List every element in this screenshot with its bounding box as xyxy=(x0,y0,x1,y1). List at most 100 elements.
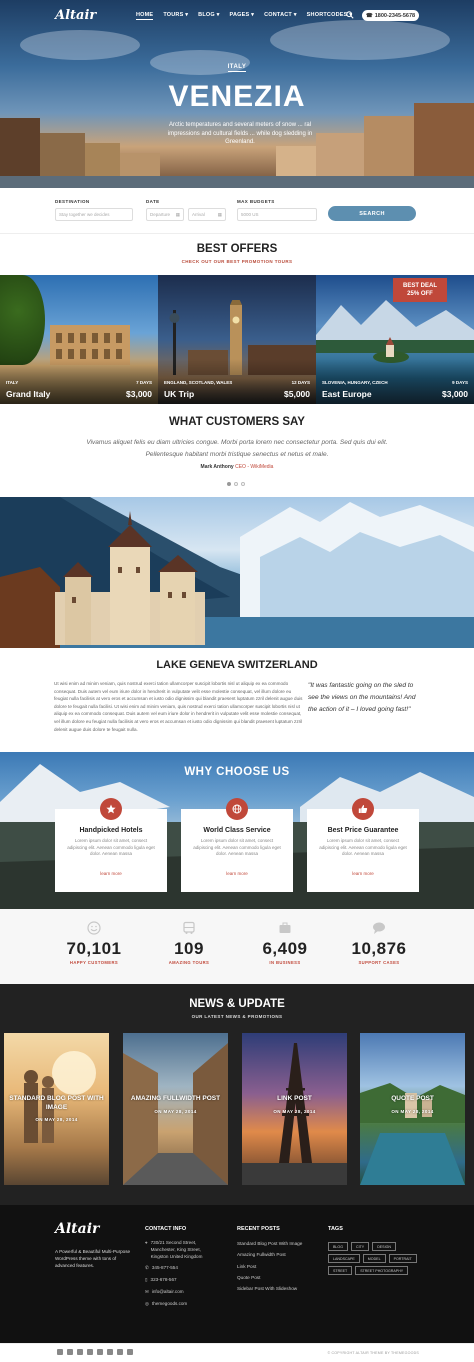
offer-price: $3,000 xyxy=(126,389,152,399)
phone-icon: ✆ xyxy=(145,1265,149,1271)
chillon-castle-image xyxy=(0,497,474,648)
address-text: 730/21 Second Street, Manchester, King S… xyxy=(150,1240,203,1259)
offer-card-east-europe[interactable]: BEST DEAL 25% OFF SLOVENIA, HUNGARY, CZE… xyxy=(316,275,474,404)
budget-field: MAX BUDGETS 5000 US xyxy=(237,199,317,221)
budget-label: MAX BUDGETS xyxy=(237,199,275,204)
news-post-date: ON MAY 28, 2014 xyxy=(391,1109,434,1114)
tag-link[interactable]: STREET PHOTOGRAPHY xyxy=(355,1266,409,1275)
flickr-icon[interactable] xyxy=(97,1349,103,1355)
hero-title: VENEZIA xyxy=(168,80,306,113)
learn-more-link[interactable]: learn more xyxy=(307,871,419,876)
offer-price: $5,000 xyxy=(284,389,310,399)
email-link[interactable]: info@altair.com xyxy=(152,1289,184,1296)
destination-field: DESTINATION Stay together we decides xyxy=(55,199,133,221)
tag-link[interactable]: PORTRAIT xyxy=(388,1254,417,1263)
tag-link[interactable]: DESIGN xyxy=(372,1242,396,1251)
news-post-date: ON MAY 28, 2014 xyxy=(273,1109,316,1114)
briefcase-icon xyxy=(279,922,291,933)
destination-label: DESTINATION xyxy=(55,199,90,204)
date-field: DATE Departure ▦ Arrival ▦ xyxy=(146,199,226,221)
offer-card-italy[interactable]: ITALY Grand Italy 7 DAYS $3,000 xyxy=(0,275,158,404)
menu-blog[interactable]: BLOG ▾ xyxy=(198,12,219,20)
globe-icon xyxy=(226,798,248,820)
news-card[interactable]: AMAZING FULLWIDTH POST ON MAY 28, 2014 xyxy=(123,1033,228,1185)
tag-link[interactable]: BLOG xyxy=(328,1242,348,1251)
destination-input[interactable]: Stay together we decides xyxy=(55,208,133,221)
date-label: DATE xyxy=(146,199,160,204)
departure-input[interactable]: Departure ▦ xyxy=(146,208,184,221)
recent-post-link[interactable]: Quote Post xyxy=(237,1275,317,1280)
stat-label: IN BUSINESS xyxy=(269,960,301,965)
recent-post-link[interactable]: Sidebar Post With Slideshow xyxy=(237,1286,317,1291)
recent-posts-list: Standard Blog Post With Image Amazing Fu… xyxy=(237,1241,317,1297)
tag-link[interactable]: MODEL xyxy=(362,1254,386,1263)
news-post-title[interactable]: STANDARD BLOG POST WITH IMAGE xyxy=(8,1094,105,1112)
stat-number: 10,876 xyxy=(351,939,407,958)
learn-more-link[interactable]: learn more xyxy=(55,871,167,876)
feature-title: Best Price Guarantee xyxy=(327,827,399,834)
offer-days: 9 DAYS xyxy=(452,380,468,385)
google-plus-icon[interactable] xyxy=(107,1349,113,1355)
website-link[interactable]: themegoods.com xyxy=(152,1301,187,1308)
news-post-title[interactable]: LINK POST xyxy=(246,1094,343,1103)
phone-button[interactable]: ☎ 1800-2345-5678 xyxy=(362,10,419,21)
best-offers-title: BEST OFFERS xyxy=(196,243,278,255)
map-pin-icon: ⌖ xyxy=(145,1240,148,1245)
vimeo-icon[interactable] xyxy=(87,1349,93,1355)
tag-cloud: BLOG CITY DESIGN LANDSCAPE MODEL PORTRAI… xyxy=(328,1242,420,1275)
feature-text: Lorem ipsum dolor sit amet, consect adip… xyxy=(193,838,281,856)
pagination-dot[interactable] xyxy=(234,482,238,486)
geneva-title: LAKE GENEVA SWITZERLAND xyxy=(156,659,318,671)
contact-info-title: CONTACT INFO xyxy=(145,1226,187,1232)
menu-contact[interactable]: CONTACT ▾ xyxy=(264,12,297,20)
footer-logo[interactable]: Altair xyxy=(55,1221,99,1237)
menu-pages[interactable]: PAGES ▾ xyxy=(230,12,255,20)
menu-home[interactable]: HOME xyxy=(136,12,154,20)
stats-section: 70,101 HAPPY CUSTOMERS 109 AMAZING TOURS… xyxy=(0,909,474,984)
news-post-title[interactable]: AMAZING FULLWIDTH POST xyxy=(127,1094,224,1103)
pagination-dot[interactable] xyxy=(241,482,245,486)
best-deal-badge: BEST DEAL 25% OFF xyxy=(393,278,447,302)
news-post-date: ON MAY 28, 2014 xyxy=(35,1117,78,1122)
star-icon xyxy=(100,798,122,820)
tags-title: TAGS xyxy=(328,1226,343,1232)
tag-link[interactable]: CITY xyxy=(351,1242,370,1251)
offer-region: ITALY xyxy=(6,380,19,385)
pinterest-icon[interactable] xyxy=(117,1349,123,1355)
tag-link[interactable]: STREET xyxy=(328,1266,353,1275)
tag-link[interactable]: LANDSCAPE xyxy=(328,1254,360,1263)
site-logo[interactable]: Altair xyxy=(55,8,96,23)
recent-post-link[interactable]: Amazing Fullwidth Post xyxy=(237,1252,317,1257)
youtube-icon[interactable] xyxy=(77,1349,83,1355)
arrival-input[interactable]: Arrival ▦ xyxy=(188,208,226,221)
best-offers-subtitle: CHECK OUT OUR BEST PROMOTION TOURS xyxy=(181,259,293,264)
news-card[interactable]: QUOTE POST ON MAY 28, 2014 xyxy=(360,1033,465,1185)
menu-tours[interactable]: TOURS ▾ xyxy=(163,12,188,20)
news-card[interactable]: STANDARD BLOG POST WITH IMAGE ON MAY 28,… xyxy=(4,1033,109,1185)
offer-days: 12 DAYS xyxy=(291,380,310,385)
stat-number: 109 xyxy=(174,939,204,958)
pagination-dot[interactable] xyxy=(227,482,231,486)
colosseum-image xyxy=(50,325,130,365)
smile-icon xyxy=(87,921,101,935)
search-button[interactable]: SEARCH xyxy=(328,206,416,221)
offer-card-uk[interactable]: ENGLAND, SCOTLAND, WALES UK Trip 12 DAYS… xyxy=(158,275,316,404)
learn-more-link[interactable]: learn more xyxy=(181,871,293,876)
search-icon[interactable] xyxy=(346,11,354,19)
recent-post-link[interactable]: Link Post xyxy=(237,1264,317,1269)
mobile-icon: ▯ xyxy=(145,1277,148,1283)
testimonial-author: Mark Anthony CEO - WikiMedia xyxy=(200,464,274,470)
stat-label: SUPPORT CASES xyxy=(358,960,400,965)
feature-card-price: Best Price Guarantee Lorem ipsum dolor s… xyxy=(307,798,419,892)
calendar-icon: ▦ xyxy=(175,211,180,217)
offer-region: ENGLAND, SCOTLAND, WALES xyxy=(164,380,233,385)
twitter-icon[interactable] xyxy=(67,1349,73,1355)
facebook-icon[interactable] xyxy=(57,1349,63,1355)
hero-tag: ITALY xyxy=(227,64,247,72)
news-card[interactable]: LINK POST ON MAY 28, 2014 xyxy=(242,1033,347,1185)
news-post-title[interactable]: QUOTE POST xyxy=(364,1094,461,1103)
feature-text: Lorem ipsum dolor sit amet, consect adip… xyxy=(67,838,155,856)
instagram-icon[interactable] xyxy=(127,1349,133,1355)
budget-input[interactable]: 5000 US xyxy=(237,208,317,221)
recent-post-link[interactable]: Standard Blog Post With Image xyxy=(237,1241,317,1246)
